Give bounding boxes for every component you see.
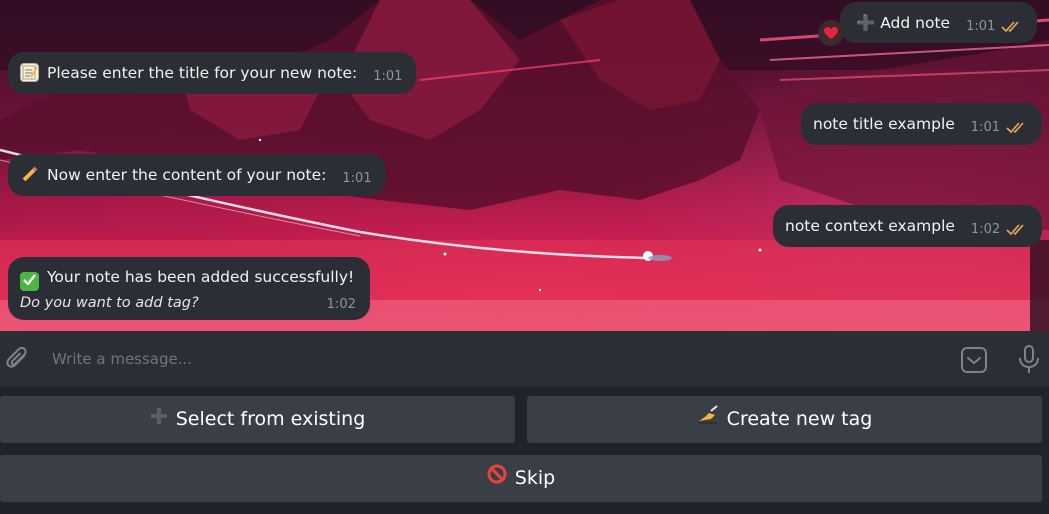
read-checks-icon	[1006, 118, 1028, 138]
chat-area: ➕ Add note 1:01 Please enter the title fo…	[0, 0, 1049, 331]
message-bubble-outgoing[interactable]: note title example 1:01	[801, 103, 1042, 145]
message-text: note context example	[785, 216, 955, 235]
message-input-bar: Write a message...	[0, 331, 1049, 387]
bot-keyboard-icon[interactable]	[960, 346, 988, 378]
create-new-tag-button[interactable]: Create new tag	[527, 396, 1042, 443]
message-text: Please enter the title for your new note…	[47, 63, 358, 82]
message-bubble-incoming[interactable]: Please enter the title for your new note…	[8, 52, 417, 94]
message-input[interactable]: Write a message...	[52, 350, 192, 368]
message-bubble-outgoing[interactable]: ➕ Add note 1:01	[840, 2, 1038, 43]
skip-button[interactable]: Skip	[0, 455, 1042, 502]
plus-icon	[150, 396, 168, 443]
button-label: Skip	[514, 467, 556, 489]
heart-reaction-icon[interactable]	[818, 20, 844, 46]
read-checks-icon	[1001, 17, 1023, 37]
message-time: 1:01	[373, 68, 403, 84]
message-time: 1:01	[966, 18, 996, 34]
message-time: 1:01	[970, 119, 1000, 135]
select-from-existing-button[interactable]: Select from existing	[0, 396, 515, 443]
message-time: 1:02	[970, 221, 1001, 237]
message-bubble-outgoing[interactable]: note context example 1:02	[773, 205, 1043, 247]
prohibited-icon	[487, 455, 507, 502]
message-subtext: Do you want to add tag?	[20, 294, 199, 311]
message-bubble-incoming[interactable]: Your note has been added successfully! D…	[8, 257, 370, 320]
microphone-icon[interactable]	[1016, 344, 1042, 380]
message-bubble-incoming[interactable]: Now enter the content of your note: 1:01	[8, 154, 386, 196]
button-label: Create new tag	[726, 408, 873, 430]
message-text: ➕ Add note	[856, 13, 951, 32]
attach-paperclip-icon[interactable]	[5, 345, 31, 377]
message-text: Your note has been added successfully!	[47, 267, 355, 286]
message-time: 1:01	[342, 170, 372, 186]
read-checks-icon	[1006, 220, 1028, 240]
button-label: Select from existing	[175, 408, 366, 430]
pencil-icon	[20, 165, 39, 184]
message-text: Now enter the content of your note:	[47, 165, 327, 184]
memo-icon	[20, 63, 39, 82]
message-time: 1:02	[326, 296, 356, 312]
check-mark-icon	[20, 272, 39, 291]
bot-reply-keyboard: Select from existing Create new tag Skip	[0, 387, 1049, 514]
writing-hand-icon	[697, 396, 719, 443]
message-text: note title example	[813, 114, 955, 133]
